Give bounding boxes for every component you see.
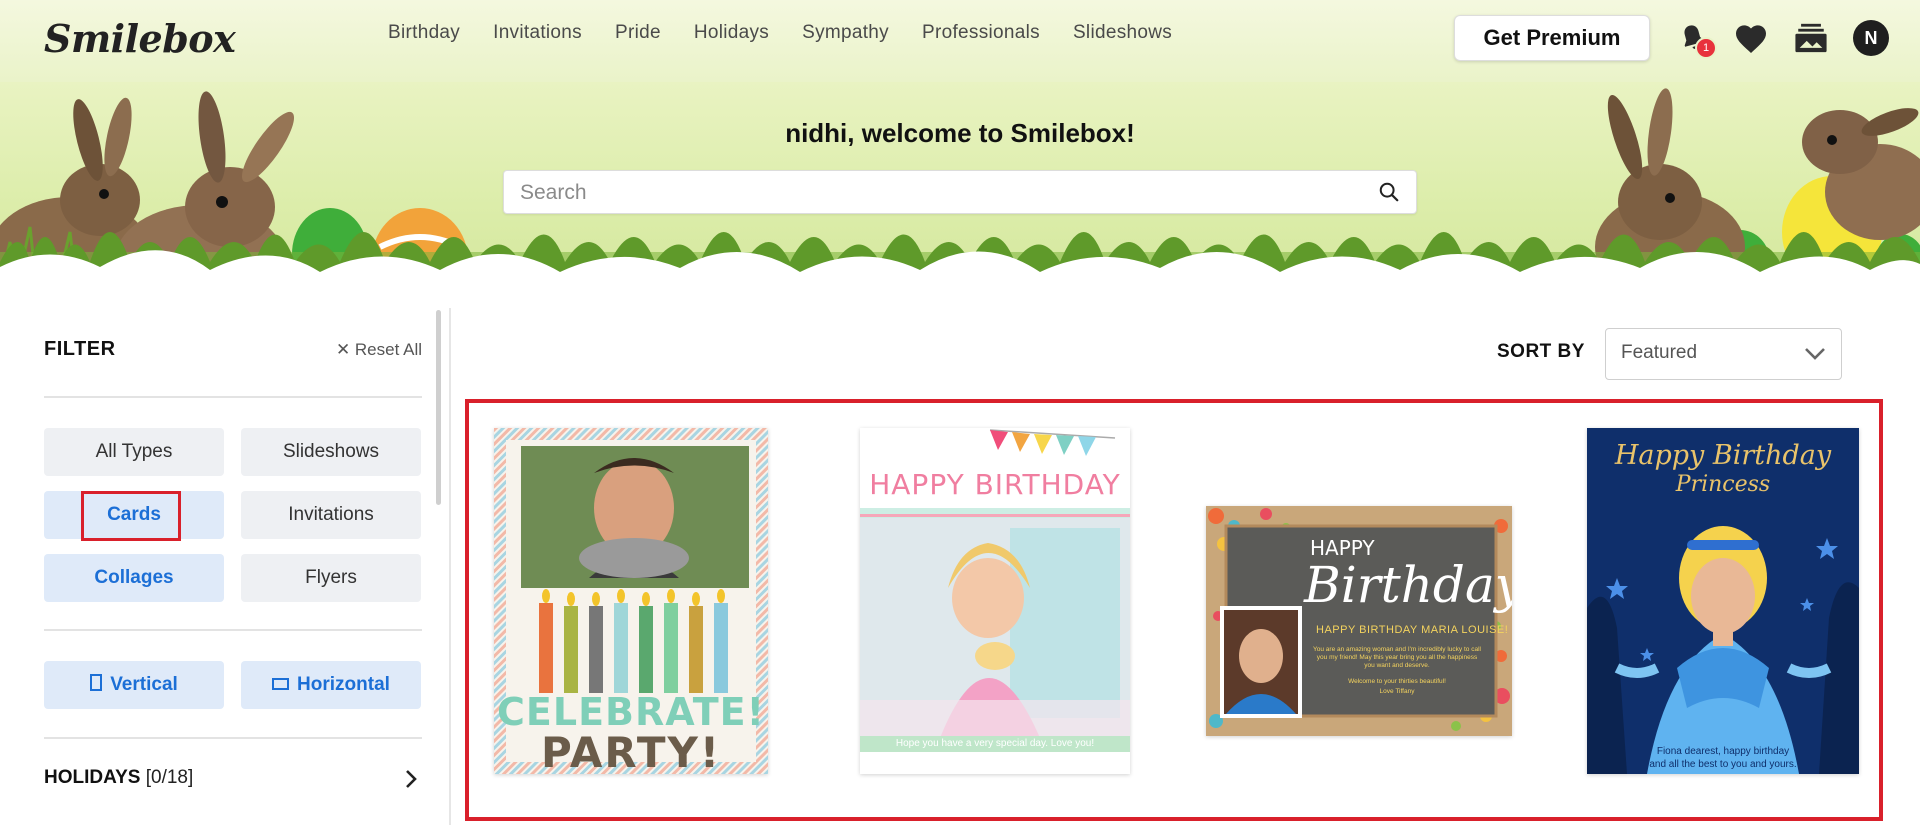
search-bar xyxy=(503,170,1417,215)
nav-sympathy[interactable]: Sympathy xyxy=(802,22,889,44)
type-chip-slideshows[interactable]: Slideshows xyxy=(241,428,421,476)
nav-invitations[interactable]: Invitations xyxy=(493,22,582,44)
notification-count-badge: 1 xyxy=(1695,37,1717,59)
type-chip-flyers[interactable]: Flyers xyxy=(241,554,421,602)
top-navigation-bar: Smilebox Birthday Invitations Pride Holi… xyxy=(0,0,1920,82)
filter-heading: FILTER xyxy=(44,338,116,360)
holidays-label: HOLIDAYS xyxy=(44,767,141,788)
main-nav: Birthday Invitations Pride Holidays Symp… xyxy=(388,22,1205,44)
landscape-icon xyxy=(272,674,290,696)
orientation-chip-vertical[interactable]: Vertical xyxy=(44,661,224,709)
heart-icon xyxy=(1736,25,1766,53)
hero-banner: nidhi, welcome to Smilebox! xyxy=(0,82,1920,307)
orientation-chip-horizontal[interactable]: Horizontal xyxy=(241,661,421,709)
sidebar-scrollbar[interactable] xyxy=(436,310,441,505)
card-sign-text: Love Tiffany xyxy=(1379,688,1415,695)
welcome-heading: nidhi, welcome to Smilebox! xyxy=(785,118,1135,148)
card-caption: Hope you have a very special day. Love y… xyxy=(895,738,1095,749)
photo-stack-icon xyxy=(1795,23,1827,53)
card-text-birthday: Birthday xyxy=(1304,556,1512,614)
card-text-princess: Princess xyxy=(1675,472,1771,497)
card-caption-line-1: Fiona dearest, happy birthday xyxy=(1656,746,1790,757)
reset-all-label: Reset All xyxy=(354,340,422,359)
nav-birthday[interactable]: Birthday xyxy=(388,22,460,44)
filter-sidebar: FILTER ✕ Reset All All Types Slideshows … xyxy=(44,307,422,825)
divider xyxy=(44,396,422,398)
card-subtitle: HAPPY BIRTHDAY MARIA LOUISE! xyxy=(1316,624,1509,636)
chevron-down-icon xyxy=(1803,346,1827,367)
nav-pride[interactable]: Pride xyxy=(615,22,661,44)
divider xyxy=(44,629,422,631)
sort-dropdown[interactable]: Featured xyxy=(1605,328,1842,380)
card-body-text: You are an amazing woman and I'm incredi… xyxy=(1313,646,1481,669)
type-chip-collages[interactable]: Collages xyxy=(44,554,224,602)
card-caption-line-2: and all the best to you and yours. xyxy=(1649,759,1797,770)
my-projects-button[interactable] xyxy=(1791,18,1831,58)
notifications-button[interactable]: 1 xyxy=(1673,18,1717,59)
card-text-happy-birthday: Happy Birthday xyxy=(1614,440,1832,471)
template-card-happy-birthday-girl[interactable]: HAPPY BIRTHDAY Hope you have a very spec… xyxy=(860,428,1130,774)
card-text-happy-birthday: HAPPY BIRTHDAY xyxy=(869,468,1121,501)
sort-selected-value: Featured xyxy=(1621,342,1698,363)
smilebox-logo[interactable]: Smilebox xyxy=(44,16,236,61)
type-chip-invitations[interactable]: Invitations xyxy=(241,491,421,539)
holidays-count: [0/18] xyxy=(145,767,194,788)
sidebar-divider xyxy=(449,308,451,825)
chevron-right-icon[interactable] xyxy=(404,769,418,794)
template-card-birthday-princess[interactable]: Happy Birthday Princess Fiona dearest, h… xyxy=(1587,428,1859,774)
search-icon[interactable] xyxy=(1378,181,1400,208)
reset-all-button[interactable]: ✕ Reset All xyxy=(336,340,422,360)
nav-slideshows[interactable]: Slideshows xyxy=(1073,22,1172,44)
card-text-party: PARTY! xyxy=(540,728,722,774)
divider xyxy=(44,737,422,739)
horizontal-label: Horizontal xyxy=(297,674,390,695)
search-input[interactable] xyxy=(518,171,1362,215)
template-card-chalkboard-birthday[interactable]: HAPPY Birthday HAPPY BIRTHDAY MARIA LOUI… xyxy=(1206,506,1512,736)
type-chip-all-types[interactable]: All Types xyxy=(44,428,224,476)
vertical-label: Vertical xyxy=(110,674,178,695)
close-icon: ✕ xyxy=(335,340,355,359)
nav-professionals[interactable]: Professionals xyxy=(922,22,1040,44)
sort-by-label: SORT BY xyxy=(1497,341,1585,362)
favorites-button[interactable] xyxy=(1731,18,1771,58)
portrait-icon xyxy=(90,673,103,697)
card-welcome-text: Welcome to your thirties beautiful! xyxy=(1348,678,1446,685)
holidays-filter-heading[interactable]: HOLIDAYS [0/18] xyxy=(44,767,193,789)
nav-holidays[interactable]: Holidays xyxy=(694,22,769,44)
cards-highlight-box xyxy=(81,491,181,541)
template-card-celebrate-party[interactable]: CELEBRATE! PARTY! xyxy=(494,428,768,774)
get-premium-button[interactable]: Get Premium xyxy=(1454,15,1650,61)
user-avatar[interactable]: N xyxy=(1853,20,1889,56)
